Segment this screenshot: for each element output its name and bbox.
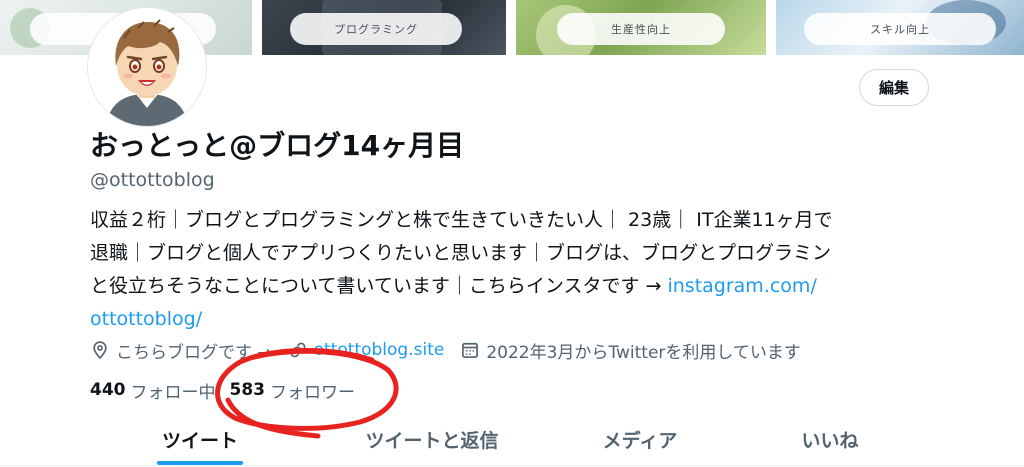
banner-tile-2: プログラミング bbox=[262, 0, 506, 55]
joined-item: 2022年3月からTwitterを利用しています bbox=[460, 338, 801, 363]
followers-link[interactable]: 583 フォロワー bbox=[230, 378, 370, 403]
website-link[interactable]: ottottoblog.site bbox=[314, 340, 445, 360]
following-link[interactable]: 440 フォロー中 bbox=[90, 378, 230, 403]
bio-line-3: と役立ちそうなことについて書いています｜こちらインスタです → instagra… bbox=[90, 270, 940, 303]
following-count: 440 bbox=[90, 380, 126, 400]
followers-count: 583 bbox=[229, 380, 266, 400]
banner-tile-4: スキル向上 bbox=[776, 0, 1024, 55]
bio-instagram-link[interactable]: instagram.com/ bbox=[667, 275, 816, 297]
website-item[interactable]: ottottoblog.site bbox=[288, 340, 445, 360]
avatar[interactable] bbox=[88, 8, 206, 126]
location-item: こちらブログです → bbox=[90, 338, 272, 363]
location-text: こちらブログです → bbox=[116, 342, 272, 363]
joined-text: 2022年3月からTwitterを利用しています bbox=[486, 342, 801, 363]
avatar-illustration bbox=[88, 8, 206, 126]
tab-likes[interactable]: いいね bbox=[790, 414, 870, 464]
banner-pill-3: 生産性向上 bbox=[557, 13, 725, 45]
display-name: おっとっと@ブログ14ヶ月目 bbox=[90, 129, 465, 162]
edit-profile-button[interactable]: 編集 bbox=[859, 69, 929, 106]
location-pin-icon bbox=[90, 340, 110, 360]
banner-pill-4: スキル向上 bbox=[804, 13, 996, 45]
follow-stats: 440 フォロー中 583 フォロワー bbox=[90, 375, 369, 405]
user-handle: @ottottoblog bbox=[90, 169, 215, 191]
following-label: フォロー中 bbox=[130, 382, 216, 403]
bio-line-2: 退職｜ブログと個人でアプリつくりたいと思います｜ブログは、ブログとプログラミン bbox=[90, 242, 832, 264]
profile-meta: こちらブログです → ottottoblog.site 2022年3月からTwi… bbox=[90, 336, 817, 364]
banner-tile-3: 生産性向上 bbox=[516, 0, 766, 55]
tab-media[interactable]: メディア bbox=[590, 414, 690, 464]
followers-label: フォロワー bbox=[270, 382, 355, 403]
bio-line-3-text: と役立ちそうなことについて書いています｜こちらインスタです → bbox=[90, 275, 668, 297]
tab-tweets-and-replies[interactable]: ツイートと返信 bbox=[352, 414, 512, 464]
profile-bio: 収益２桁｜ブログとプログラミングと株で生きていきたい人｜ 23歳｜ IT企業11… bbox=[90, 204, 940, 336]
profile-tabs: ツイート ツイートと返信 メディア いいね bbox=[0, 414, 1024, 467]
link-icon bbox=[288, 340, 308, 360]
calendar-icon bbox=[460, 340, 480, 360]
bio-line-1: 収益２桁｜ブログとプログラミングと株で生きていきたい人｜ 23歳｜ IT企業11… bbox=[90, 209, 833, 231]
tabs-divider bbox=[0, 465, 1024, 466]
tab-tweets[interactable]: ツイート bbox=[157, 414, 243, 464]
banner-pill-2: プログラミング bbox=[290, 13, 462, 45]
bio-instagram-link-continued[interactable]: ottottoblog/ bbox=[90, 303, 940, 336]
